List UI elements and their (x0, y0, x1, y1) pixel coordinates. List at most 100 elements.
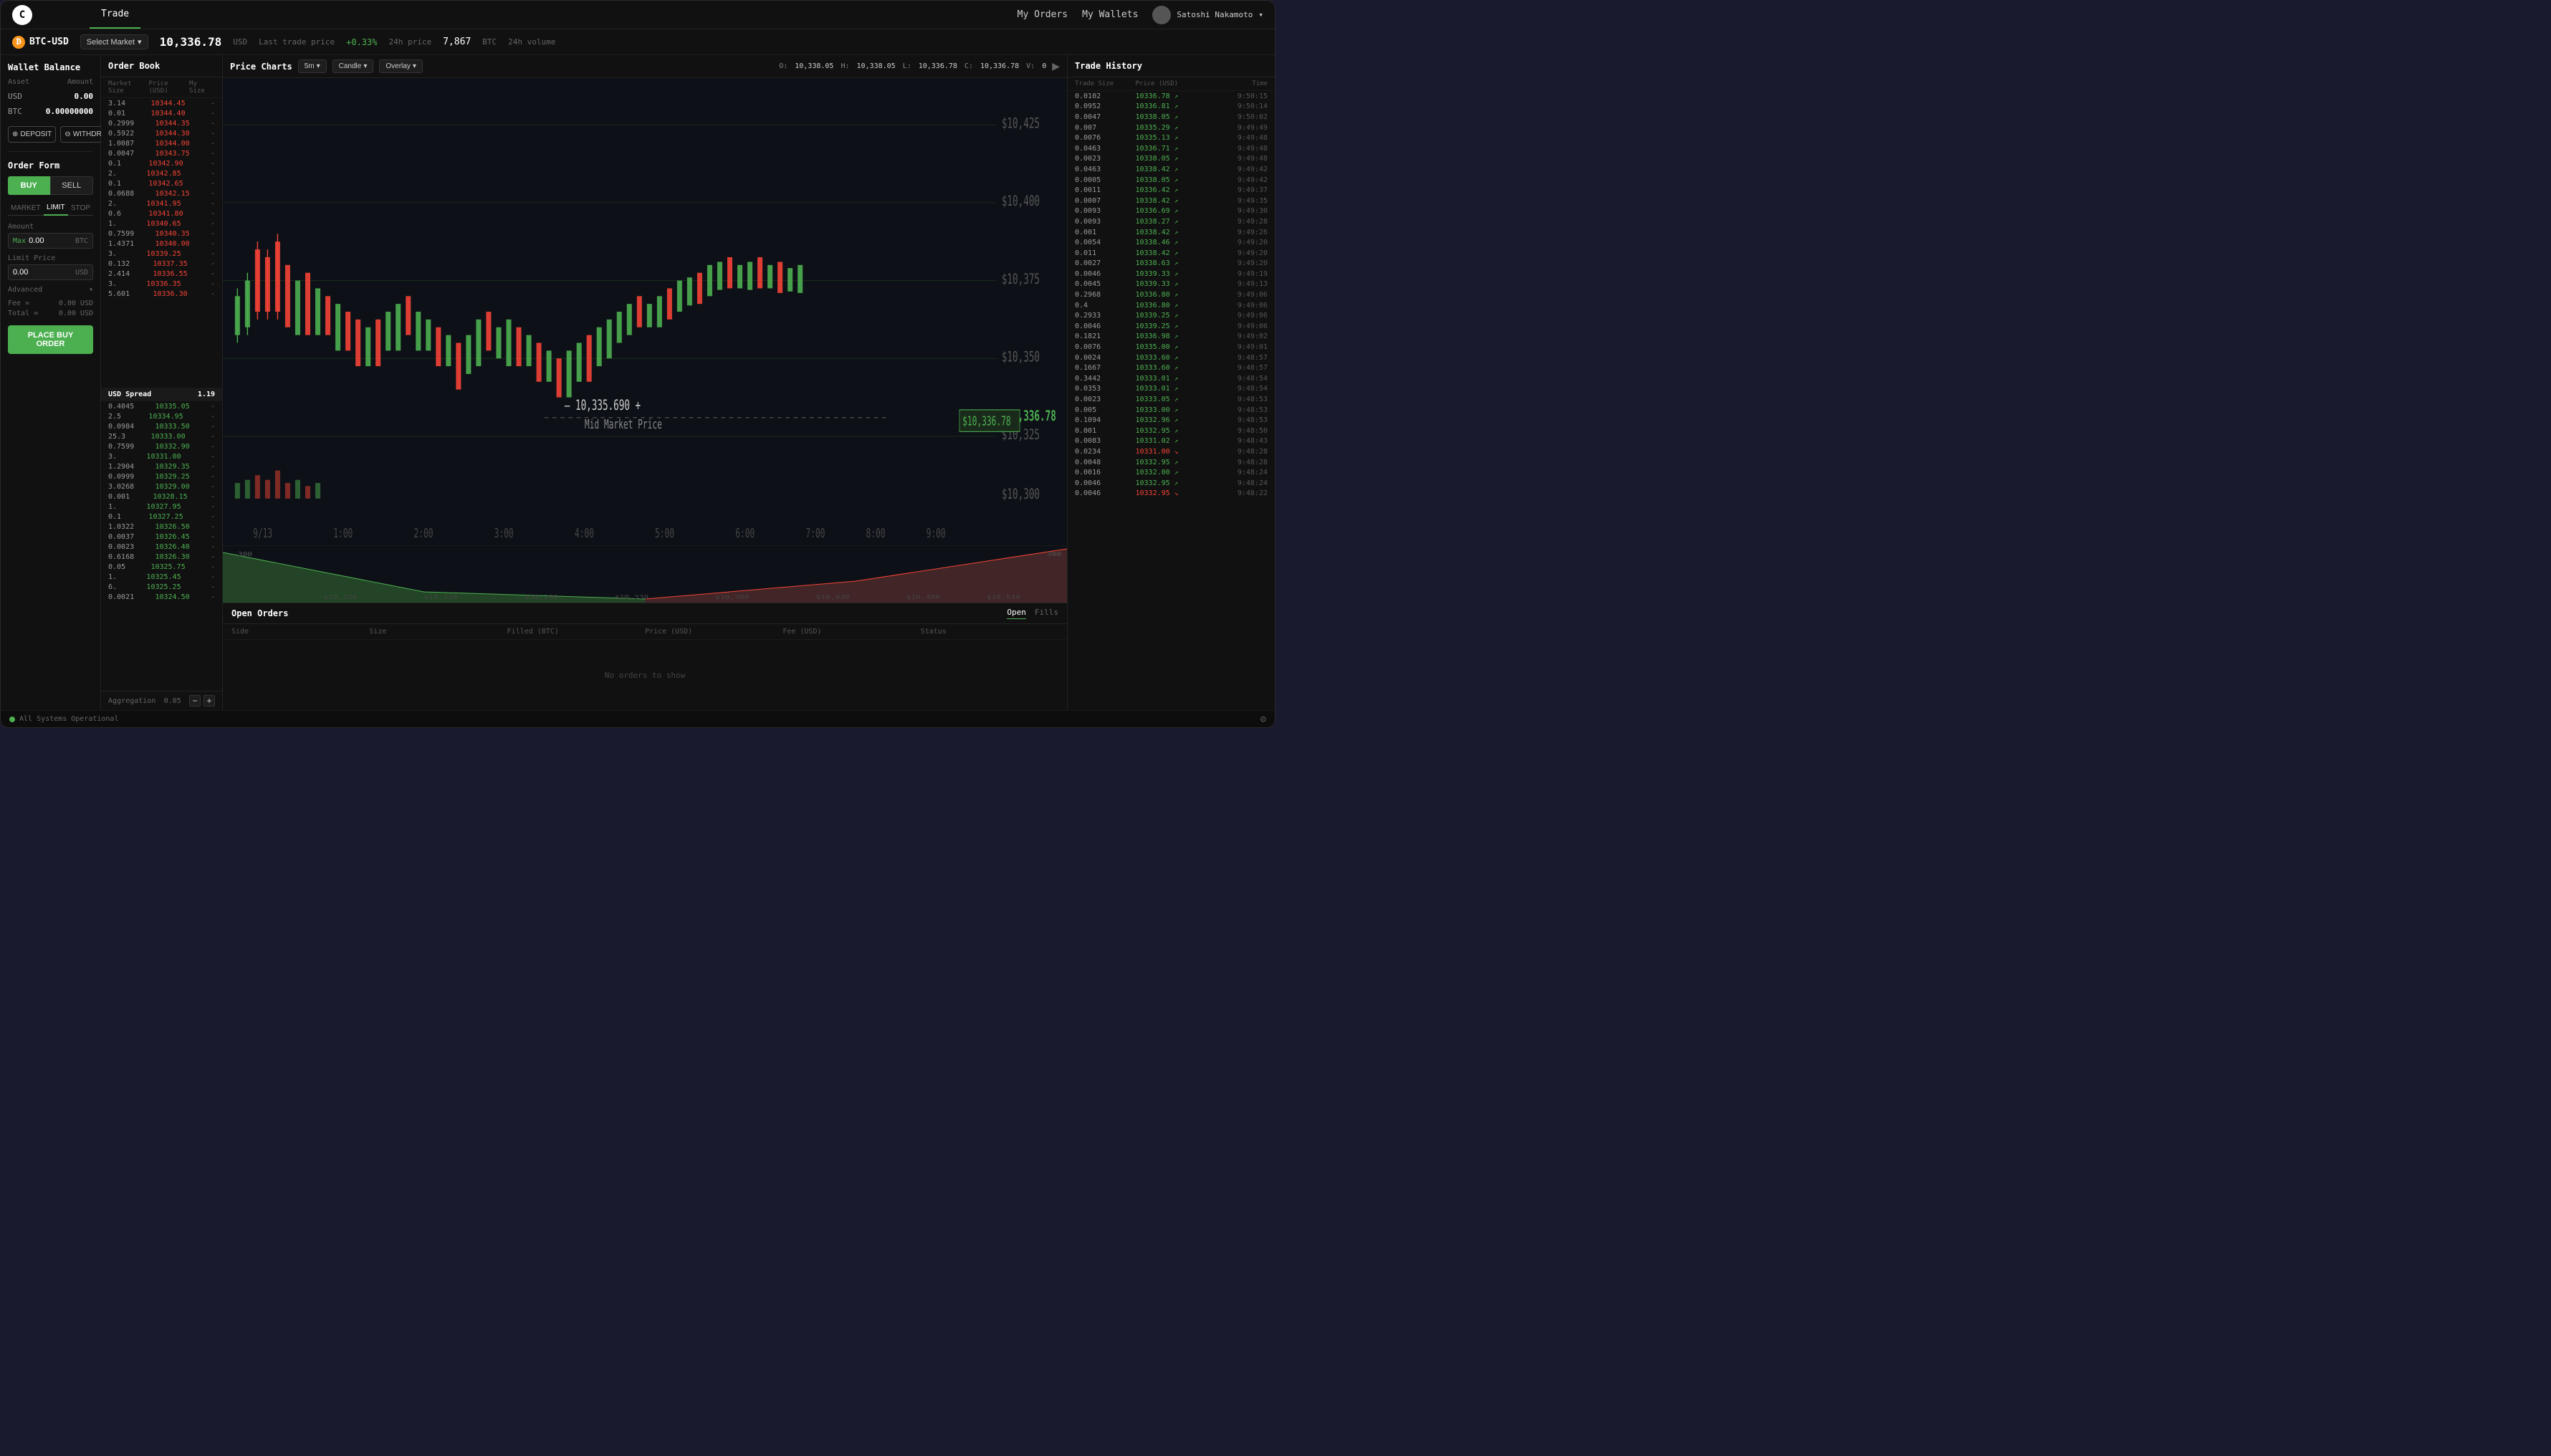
settings-icon[interactable]: ⚙ (1260, 714, 1266, 725)
th-row: 0.023410331.00 ↘9:48:28 (1068, 446, 1275, 457)
order-book-title: Order Book (101, 55, 222, 77)
buy-tab[interactable]: BUY (8, 176, 50, 195)
ob-ask-row[interactable]: 2.41410336.55- (101, 269, 222, 279)
th-row: 0.166710333.60 ↗9:48:57 (1068, 363, 1275, 373)
th-row: 0.009310338.27 ↗9:49:28 (1068, 216, 1275, 227)
svg-text:$10,480: $10,480 (906, 594, 940, 600)
limit-price-label: Limit Price (8, 254, 93, 262)
market-tab[interactable]: MARKET (8, 201, 44, 216)
ob-bid-row[interactable]: 0.110327.25- (101, 512, 222, 522)
wallet-row-btc: BTC 0.00000000 (8, 104, 93, 119)
select-market-button[interactable]: Select Market ▾ (80, 34, 148, 49)
chart-type-selector[interactable]: Candle ▾ (332, 59, 374, 73)
price-change: +0.33% (346, 37, 377, 47)
ob-ask-row[interactable]: 0.0110344.40- (101, 108, 222, 118)
ob-bid-row[interactable]: 0.00110328.15- (101, 492, 222, 502)
ob-bid-row[interactable]: 1.032210326.50- (101, 522, 222, 532)
ob-ask-row[interactable]: 1.437110340.00- (101, 239, 222, 249)
oo-tabs: Open Fills (1007, 608, 1058, 619)
svg-text:$10,300: $10,300 (1002, 486, 1040, 502)
ob-ask-row[interactable]: 1.008710344.00- (101, 138, 222, 148)
candlestick-chart[interactable]: $10,425 $10,400 $10,375 $10,350 $10,336.… (223, 78, 1067, 545)
deposit-button[interactable]: ⊕ DEPOSIT (8, 126, 56, 143)
left-panel: Wallet Balance Asset Amount USD 0.00 BTC… (1, 55, 101, 710)
th-row: 0.344210333.01 ↗9:48:54 (1068, 373, 1275, 384)
ob-bid-row[interactable]: 3.026810329.00- (101, 482, 222, 492)
limit-price-input[interactable] (13, 268, 75, 277)
price-charts-title: Price Charts (230, 62, 292, 72)
ob-bid-row[interactable]: 1.10325.45- (101, 572, 222, 582)
svg-text:$10,425: $10,425 (1002, 115, 1040, 132)
fee-row: Fee = 0.00 USD (8, 300, 93, 307)
th-row: 0.001610332.00 ↗9:48:24 (1068, 467, 1275, 478)
limit-tab[interactable]: LIMIT (44, 201, 68, 216)
ob-bid-row[interactable]: 0.003710326.45- (101, 532, 222, 542)
ob-bid-row[interactable]: 0.404510335.05- (101, 401, 222, 411)
stop-tab[interactable]: STOP (68, 201, 93, 216)
svg-text:1:00: 1:00 (333, 527, 353, 541)
ob-ask-row[interactable]: 0.13210337.35- (101, 259, 222, 269)
ob-ask-row[interactable]: 0.759910340.35- (101, 229, 222, 239)
status-text: All Systems Operational (19, 715, 118, 723)
ob-bid-row[interactable]: 25.310333.00- (101, 431, 222, 441)
sell-tab[interactable]: SELL (50, 176, 94, 195)
ob-bid-row[interactable]: 1.290410329.35- (101, 461, 222, 471)
svg-text:4:00: 4:00 (575, 527, 594, 541)
my-orders-btn[interactable]: My Orders (1018, 9, 1068, 20)
oo-tab-open[interactable]: Open (1007, 608, 1026, 619)
ob-bid-row[interactable]: 3.10331.00- (101, 451, 222, 461)
spread-row: USD Spread 1.19 (101, 388, 222, 401)
ob-ask-row[interactable]: 0.592210344.30- (101, 128, 222, 138)
th-row: 0.046310336.71 ↗9:49:48 (1068, 143, 1275, 154)
ob-ask-row[interactable]: 5.60110336.30- (101, 289, 222, 299)
ob-ask-row[interactable]: 3.1410344.45- (101, 98, 222, 108)
nav-tab-trade[interactable]: Trade (90, 1, 140, 29)
ob-bid-row[interactable]: 0.099910329.25- (101, 471, 222, 482)
chart-forward-btn[interactable]: ▶ (1052, 60, 1060, 72)
ob-ask-row[interactable]: 0.068810342.15- (101, 188, 222, 198)
overlay-selector[interactable]: Overlay ▾ (379, 59, 422, 73)
advanced-toggle[interactable]: Advanced ▾ (8, 286, 93, 294)
trading-pair: ₿ BTC-USD (12, 36, 69, 49)
ob-bid-row[interactable]: 0.0510325.75- (101, 562, 222, 572)
ob-ask-row[interactable]: 0.299910344.35- (101, 118, 222, 128)
wallet-row-usd: USD 0.00 (8, 89, 93, 104)
timeframe-selector[interactable]: 5m ▾ (298, 59, 327, 73)
ob-ask-row[interactable]: 3.10336.35- (101, 279, 222, 289)
ob-ask-row[interactable]: 0.110342.65- (101, 178, 222, 188)
user-menu[interactable]: Satoshi Nakamoto ▾ (1152, 6, 1263, 24)
th-row: 0.004510339.33 ↗9:49:13 (1068, 279, 1275, 290)
oo-tab-fills[interactable]: Fills (1035, 608, 1058, 619)
th-row: 0.109410332.96 ↗9:48:53 (1068, 415, 1275, 426)
open-orders-title: Open Orders (231, 608, 288, 618)
place-order-button[interactable]: PLACE BUY ORDER (8, 325, 93, 354)
th-row: 0.007610335.00 ↗9:49:01 (1068, 342, 1275, 353)
svg-text:7:00: 7:00 (805, 527, 825, 541)
open-orders-header: Open Orders Open Fills (223, 603, 1067, 624)
ob-ask-row[interactable]: 2.10341.95- (101, 198, 222, 209)
max-link[interactable]: Max (13, 237, 26, 245)
ob-bid-row[interactable]: 0.098410333.50- (101, 421, 222, 431)
ob-ask-row[interactable]: 1.10340.65- (101, 219, 222, 229)
amount-input[interactable] (29, 236, 75, 245)
th-row: 0.01110338.42 ↗9:49:20 (1068, 248, 1275, 259)
ob-ask-row[interactable]: 0.004710343.75- (101, 148, 222, 158)
svg-text:$10,530: $10,530 (987, 594, 1020, 600)
ob-bid-row[interactable]: 0.002110324.50- (101, 592, 222, 602)
ob-bid-row[interactable]: 0.616810326.30- (101, 552, 222, 562)
ob-bid-row[interactable]: 0.759910332.90- (101, 441, 222, 451)
ob-bid-row[interactable]: 0.002310326.40- (101, 542, 222, 552)
ob-ask-row[interactable]: 0.610341.80- (101, 209, 222, 219)
ob-ask-row[interactable]: 2.10342.85- (101, 168, 222, 178)
ob-bid-row[interactable]: 1.10327.95- (101, 502, 222, 512)
ob-ask-row[interactable]: 0.110342.90- (101, 158, 222, 168)
app-logo[interactable]: Coinbase ProC (12, 5, 32, 25)
ob-bid-row[interactable]: 2.510334.95- (101, 411, 222, 421)
limit-price-input-row: USD (8, 264, 93, 280)
aggregation-minus[interactable]: − (189, 695, 201, 707)
aggregation-plus[interactable]: + (204, 695, 215, 707)
chevron-down-icon: ▾ (89, 286, 93, 294)
ob-ask-row[interactable]: 3.10339.25- (101, 249, 222, 259)
ob-bid-row[interactable]: 6.10325.25- (101, 582, 222, 592)
my-wallets-btn[interactable]: My Wallets (1082, 9, 1138, 20)
